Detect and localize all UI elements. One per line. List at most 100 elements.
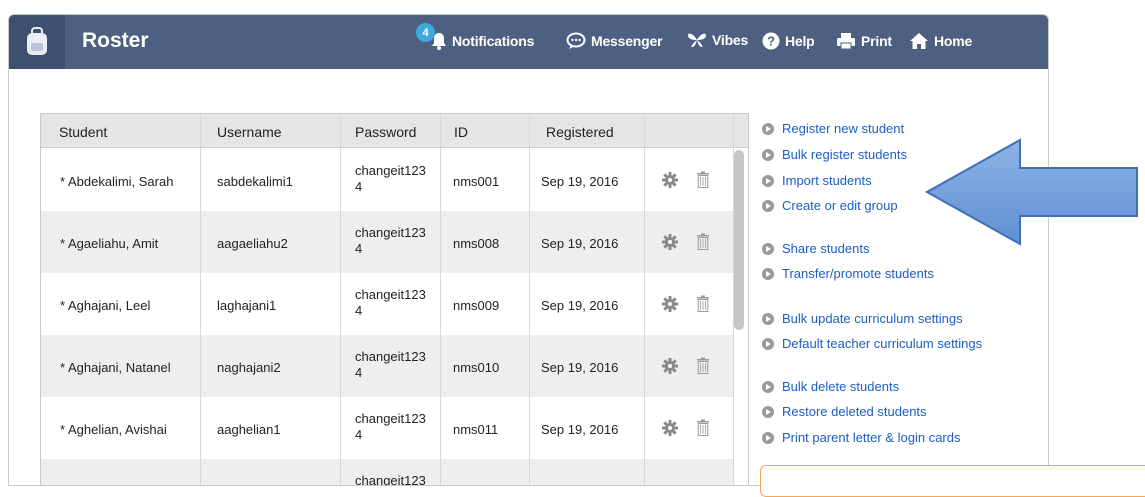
messenger-link[interactable]: Messenger [566, 32, 663, 50]
column-divider [200, 114, 201, 485]
butterfly-icon [688, 33, 706, 47]
gear-icon[interactable] [662, 296, 678, 312]
bulk-delete-students-link[interactable]: Bulk delete students [762, 379, 899, 394]
bullet-arrow-icon [762, 122, 774, 135]
student-name-cell: * Agaeliahu, Amit [60, 236, 159, 251]
bullet-arrow-icon [762, 242, 774, 255]
column-divider [340, 114, 341, 485]
password-cell: changeit123 4 [355, 225, 426, 256]
bullet-arrow-icon [762, 148, 774, 161]
arrow-left-icon [925, 138, 1138, 246]
password-cell: changeit123 4 [355, 349, 426, 380]
student-name-cell: * Aghajani, Leel [60, 298, 151, 313]
print-label: Print [861, 33, 892, 49]
username-cell: aagaeliahu2 [217, 236, 288, 251]
student-name-cell: * Aghajani, Natanel [60, 360, 171, 375]
trash-icon[interactable] [696, 233, 710, 250]
gear-icon[interactable] [662, 420, 678, 436]
register-new-student-link[interactable]: Register new student [762, 121, 904, 136]
password-cell: changeit123 [355, 473, 426, 486]
username-cell: sabdekalimi1 [217, 174, 293, 189]
vibes-label: Vibes [712, 32, 749, 48]
chat-bubble-icon [566, 32, 586, 49]
house-icon [910, 33, 928, 49]
registered-date-cell: Sep 19, 2016 [541, 174, 619, 189]
column-student[interactable]: Student [59, 124, 107, 140]
registered-date-cell: Sep 19, 2016 [541, 422, 619, 437]
registered-date-cell: Sep 19, 2016 [541, 298, 619, 313]
table-row[interactable]: * Agaeliahu, Amit aagaeliahu2 changeit123 … [41, 211, 733, 273]
help-link[interactable]: ? Help [762, 32, 815, 50]
column-divider [440, 114, 441, 485]
username-cell: laghajani1 [217, 298, 277, 313]
student-id-cell: nms009 [453, 298, 500, 313]
backpack-icon [27, 27, 47, 55]
create-edit-group-link[interactable]: Create or edit group [762, 198, 898, 213]
column-username[interactable]: Username [217, 124, 282, 140]
student-name-cell: * Aghelian, Avishai [60, 422, 167, 437]
help-label: Help [785, 33, 815, 49]
table-row[interactable]: * Aghajani, Leel laghajani1 changeit123 4 n… [41, 273, 733, 335]
student-id-cell: nms008 [453, 236, 500, 251]
registered-date-cell: Sep 19, 2016 [541, 360, 619, 375]
bullet-arrow-icon [762, 199, 774, 212]
restore-deleted-students-link[interactable]: Restore deleted students [762, 404, 927, 419]
table-scrollbar[interactable] [734, 150, 744, 330]
vibes-link[interactable]: Vibes [687, 32, 748, 48]
student-id-cell: nms010 [453, 360, 500, 375]
registered-date-cell: Sep 19, 2016 [541, 236, 619, 251]
svg-text:?: ? [767, 34, 775, 49]
print-parent-letter-link[interactable]: Print parent letter & login cards [762, 430, 960, 445]
bullet-arrow-icon [762, 380, 774, 393]
header-bar: Roster 4 Notifications Messenger Vibes ?… [9, 15, 1048, 69]
bullet-arrow-icon [762, 174, 774, 187]
trash-icon[interactable] [696, 419, 710, 436]
password-cell: changeit123 4 [355, 411, 426, 442]
trash-icon[interactable] [696, 357, 710, 374]
transfer-promote-students-link[interactable]: Transfer/promote students [762, 266, 934, 281]
printer-icon [837, 33, 855, 50]
bullet-arrow-icon [762, 312, 774, 325]
username-cell: naghajani2 [217, 360, 281, 375]
column-id[interactable]: ID [454, 124, 468, 140]
password-cell: changeit123 4 [355, 287, 426, 318]
table-row[interactable]: * Aghelian, Avishai aaghelian1 changeit123… [41, 397, 733, 459]
notifications-link[interactable]: 4 Notifications [416, 23, 534, 50]
student-name-cell: * Abdekalimi, Sarah [60, 174, 174, 189]
trash-icon[interactable] [696, 295, 710, 312]
column-password[interactable]: Password [355, 124, 416, 140]
bullet-arrow-icon [762, 267, 774, 280]
notice-box [760, 465, 1145, 497]
trash-icon[interactable] [696, 171, 710, 188]
notifications-count-badge: 4 [416, 23, 435, 42]
bullet-arrow-icon [762, 431, 774, 444]
share-students-link[interactable]: Share students [762, 241, 869, 256]
table-row[interactable]: * Abdekalimi, Sarah sabdekalimi1 changeit1… [41, 149, 733, 211]
bulk-update-curriculum-link[interactable]: Bulk update curriculum settings [762, 311, 963, 326]
password-cell: changeit123 4 [355, 163, 426, 194]
print-link[interactable]: Print [836, 32, 892, 50]
page-title: Roster [82, 29, 149, 52]
column-registered[interactable]: Registered [546, 124, 614, 140]
default-teacher-curriculum-link[interactable]: Default teacher curriculum settings [762, 336, 982, 351]
logo[interactable] [9, 15, 65, 69]
gear-icon[interactable] [662, 234, 678, 250]
roster-window: Roster 4 Notifications Messenger Vibes ?… [8, 14, 1049, 486]
student-id-cell: nms011 [453, 422, 499, 437]
home-label: Home [934, 33, 973, 49]
gear-icon[interactable] [662, 172, 678, 188]
question-circle-icon: ? [762, 32, 780, 50]
table-row[interactable]: * Aghajani, Natanel naghajani2 changeit123… [41, 335, 733, 397]
table-row[interactable]: changeit123 [41, 459, 733, 486]
student-table: Student Username Password ID Registered … [40, 113, 749, 486]
table-header: Student Username Password ID Registered [41, 114, 748, 148]
bullet-arrow-icon [762, 405, 774, 418]
bullet-arrow-icon [762, 337, 774, 350]
bulk-register-students-link[interactable]: Bulk register students [762, 147, 907, 162]
column-divider [529, 114, 530, 485]
messenger-label: Messenger [591, 33, 663, 49]
home-link[interactable]: Home [909, 32, 972, 50]
gear-icon[interactable] [662, 358, 678, 374]
student-id-cell: nms001 [453, 174, 500, 189]
import-students-link[interactable]: Import students [762, 173, 872, 188]
